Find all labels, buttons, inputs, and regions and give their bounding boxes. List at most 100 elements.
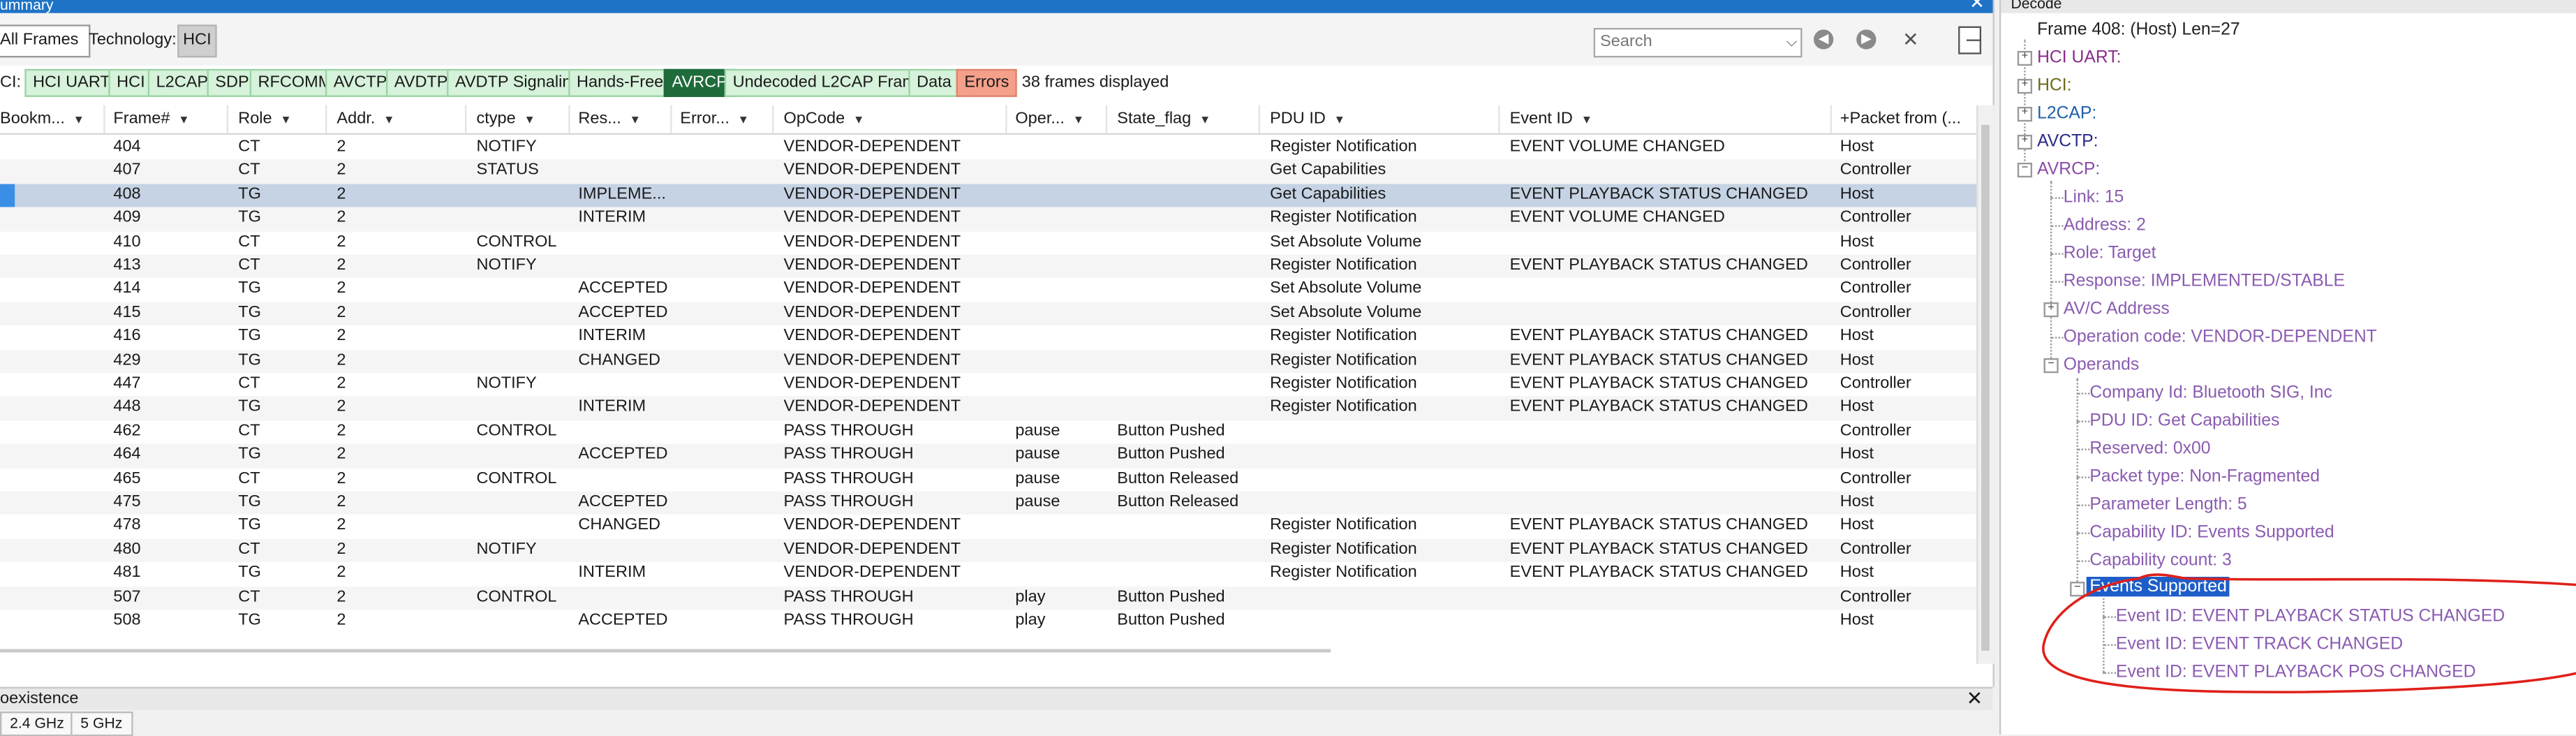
filter-avctp[interactable]: AVCTP (325, 68, 396, 97)
tree-hci[interactable]: HCI: (2037, 75, 2071, 95)
column-packet-from[interactable]: +Packet from (... (1840, 110, 1961, 128)
tree-link[interactable]: Link: 15 (2064, 187, 2124, 207)
filter-errors[interactable]: Errors (956, 68, 1018, 97)
table-cell: INTERIM (578, 327, 646, 346)
table-row[interactable]: 410 CT 2 CONTROL VENDOR-DEPENDENT Set Absolut… (0, 231, 1976, 255)
column-operation[interactable]: Oper... ▼ (1015, 110, 1084, 128)
table-row[interactable]: 462 CT 2 CONTROL PASS THROUGH pause Button Pus… (0, 420, 1976, 444)
tree-pdu-id[interactable]: PDU ID: Get Capabilities (2089, 411, 2279, 430)
tree-reserved[interactable]: Reserved: 0x00 (2089, 439, 2210, 458)
table-cell: Controller (1840, 587, 1911, 606)
table-row[interactable]: 447 CT 2 NOTIFY VENDOR-DEPENDENT Register Not… (0, 373, 1976, 397)
table-row[interactable]: 464 TG 2 ACCEPTED PASS THROUGH pause Button Pu… (0, 443, 1977, 468)
column-frame[interactable]: Frame# ▼ (113, 110, 189, 128)
column-state-flag[interactable]: State_flag ▼ (1117, 110, 1211, 128)
table-row[interactable]: 404 CT 2 NOTIFY VENDOR-DEPENDENT Register Not… (0, 136, 1976, 160)
protocol-filter-bar: CI: HCI UART HCI L2CAP SDP RFCOMM AVCTP … (0, 68, 1993, 97)
table-row[interactable]: 415 TG 2 ACCEPTED VENDOR-DEPENDENT Set Absolu… (0, 302, 1977, 326)
table-cell: Host (1840, 233, 1874, 251)
vertical-scrollbar[interactable] (1976, 105, 1994, 664)
table-cell: Controller (1840, 469, 1911, 487)
tree-opcode[interactable]: Operation code: VENDOR-DEPENDENT (2064, 327, 2377, 346)
table-row[interactable]: 407 CT 2 STATUS VENDOR-DEPENDENT Get Capabili… (0, 160, 1977, 184)
expand-icon[interactable]: + (2043, 302, 2059, 318)
tree-avc-address[interactable]: AV/C Address (2064, 299, 2170, 318)
tree-packet-type[interactable]: Packet type: Non-Fragmented (2089, 466, 2320, 486)
column-event-id[interactable]: Event ID ▼ (1510, 110, 1592, 128)
close-icon[interactable]: ✕ (1969, 0, 1985, 13)
tree-avctp[interactable]: AVCTP: (2037, 131, 2098, 151)
filter-l2cap[interactable]: L2CAP (147, 68, 216, 97)
collapse-icon[interactable]: − (2043, 358, 2059, 374)
table-header: Bookm... ▼ Frame# ▼ Role ▼ Addr. ▼ ctype ▼ Re… (0, 105, 1977, 135)
scrollbar-thumb[interactable] (1981, 124, 1990, 651)
table-cell: NOTIFY (476, 374, 537, 393)
expand-icon[interactable]: + (2017, 50, 2033, 66)
column-role[interactable]: Role ▼ (238, 110, 292, 128)
technology-selector[interactable]: HCI (177, 24, 217, 58)
tree-address[interactable]: Address: 2 (2064, 215, 2146, 235)
table-cell: NOTIFY (476, 138, 537, 156)
tree-operands[interactable]: Operands (2064, 355, 2140, 374)
horizontal-scrollbar[interactable] (0, 649, 1331, 653)
tree-capability-id[interactable]: Capability ID: Events Supported (2089, 522, 2334, 542)
column-pdu-id[interactable]: PDU ID ▼ (1270, 110, 1345, 128)
chevron-down-icon[interactable]: ⌵ (1786, 33, 1797, 51)
table-row[interactable]: 409 TG 2 INTERIM VENDOR-DEPENDENT Register No… (0, 207, 1977, 231)
close-icon[interactable]: ✕ (1967, 687, 1983, 710)
expand-icon[interactable]: + (2017, 106, 2033, 122)
table-row[interactable]: 481 TG 2 INTERIM VENDOR-DEPENDENT Register No… (0, 562, 1976, 586)
table-row[interactable]: 478 TG 2 CHANGED VENDOR-DEPENDENT Register No… (0, 515, 1976, 539)
frame-summary[interactable]: Frame 408: (Host) Len=27 (2037, 20, 2240, 39)
table-row[interactable]: 414 TG 2 ACCEPTED VENDOR-DEPENDENT Set Absolu… (0, 279, 1976, 302)
tab-2-4-ghz[interactable]: 2.4 GHz (0, 711, 74, 736)
filter-hci-uart[interactable]: HCI UART (24, 68, 119, 97)
column-error[interactable]: Error... ▼ (680, 110, 749, 128)
tree-response[interactable]: Response: IMPLEMENTED/STABLE (2064, 271, 2345, 290)
filter-undecoded-l2cap[interactable]: Undecoded L2CAP Frame (724, 68, 933, 97)
tree-capability-count[interactable]: Capability count: 3 (2089, 550, 2231, 570)
column-bookmark[interactable]: Bookm... ▼ (0, 110, 84, 128)
filter-avdtp[interactable]: AVDTP (386, 68, 457, 97)
table-row[interactable]: 408 TG 2 IMPLEME... VENDOR-DEPENDENT Get Capa… (0, 184, 1977, 208)
expand-icon[interactable]: + (2017, 134, 2033, 150)
tab-5-ghz[interactable]: 5 GHz (71, 711, 133, 736)
column-address[interactable]: Addr. ▼ (336, 110, 394, 128)
table-row[interactable]: 413 CT 2 NOTIFY VENDOR-DEPENDENT Register Not… (0, 254, 1977, 279)
column-opcode[interactable]: OpCode ▼ (784, 110, 865, 128)
tree-role[interactable]: Role: Target (2064, 243, 2156, 263)
next-match-icon[interactable]: ▶ (1856, 29, 1877, 50)
column-ctype[interactable]: ctype ▼ (476, 110, 535, 128)
table-row[interactable]: 475 TG 2 ACCEPTED PASS THROUGH pause Button Re… (0, 491, 1977, 515)
table-row[interactable]: 480 CT 2 NOTIFY VENDOR-DEPENDENT Register Not… (0, 538, 1977, 563)
search-input[interactable] (1595, 29, 1778, 53)
tree-avrcp[interactable]: AVRCP: (2037, 159, 2100, 179)
table-row[interactable]: 429 TG 2 CHANGED VENDOR-DEPENDENT Register No… (0, 349, 1977, 374)
expand-icon[interactable]: + (2017, 78, 2033, 94)
filter-hands-free[interactable]: Hands-Free (568, 68, 672, 97)
search-box[interactable]: ⌵ (1593, 28, 1803, 58)
column-response[interactable]: Res... ▼ (578, 110, 641, 128)
table-cell: 464 (113, 446, 141, 464)
collapse-icon[interactable]: − (2017, 162, 2033, 178)
table-row[interactable]: 465 CT 2 CONTROL PASS THROUGH pause Button Rel… (0, 468, 1976, 492)
tree-company-id[interactable]: Company Id: Bluetooth SIG, Inc (2089, 383, 2332, 402)
table-cell: Register Notification (1270, 564, 1417, 582)
table-cell: Host (1840, 564, 1874, 582)
export-icon[interactable] (1958, 26, 1982, 54)
tree-l2cap[interactable]: L2CAP: (2037, 103, 2096, 123)
tree-parameter-length[interactable]: Parameter Length: 5 (2089, 494, 2246, 514)
table-cell: Button Released (1117, 469, 1239, 487)
all-frames-button[interactable]: All Frames (0, 24, 90, 58)
previous-match-icon[interactable]: ◀ (1814, 29, 1834, 50)
filter-hci[interactable]: HCI (108, 68, 154, 97)
tree-hci-uart[interactable]: HCI UART: (2037, 47, 2121, 67)
table-row[interactable]: 507 CT 2 CONTROL PASS THROUGH play Button Push… (0, 586, 1977, 610)
filter-avdtp-signaling[interactable]: AVDTP Signaling (447, 68, 589, 97)
table-cell: play (1015, 587, 1046, 606)
clear-search-icon[interactable]: ✕ (1902, 28, 1919, 51)
table-row[interactable]: 448 TG 2 INTERIM VENDOR-DEPENDENT Register No… (0, 397, 1977, 420)
filter-data[interactable]: Data (908, 68, 960, 97)
table-row[interactable]: 508 TG 2 ACCEPTED PASS THROUGH play Button Pus… (0, 610, 1976, 633)
table-row[interactable]: 416 TG 2 INTERIM VENDOR-DEPENDENT Register No… (0, 325, 1976, 349)
